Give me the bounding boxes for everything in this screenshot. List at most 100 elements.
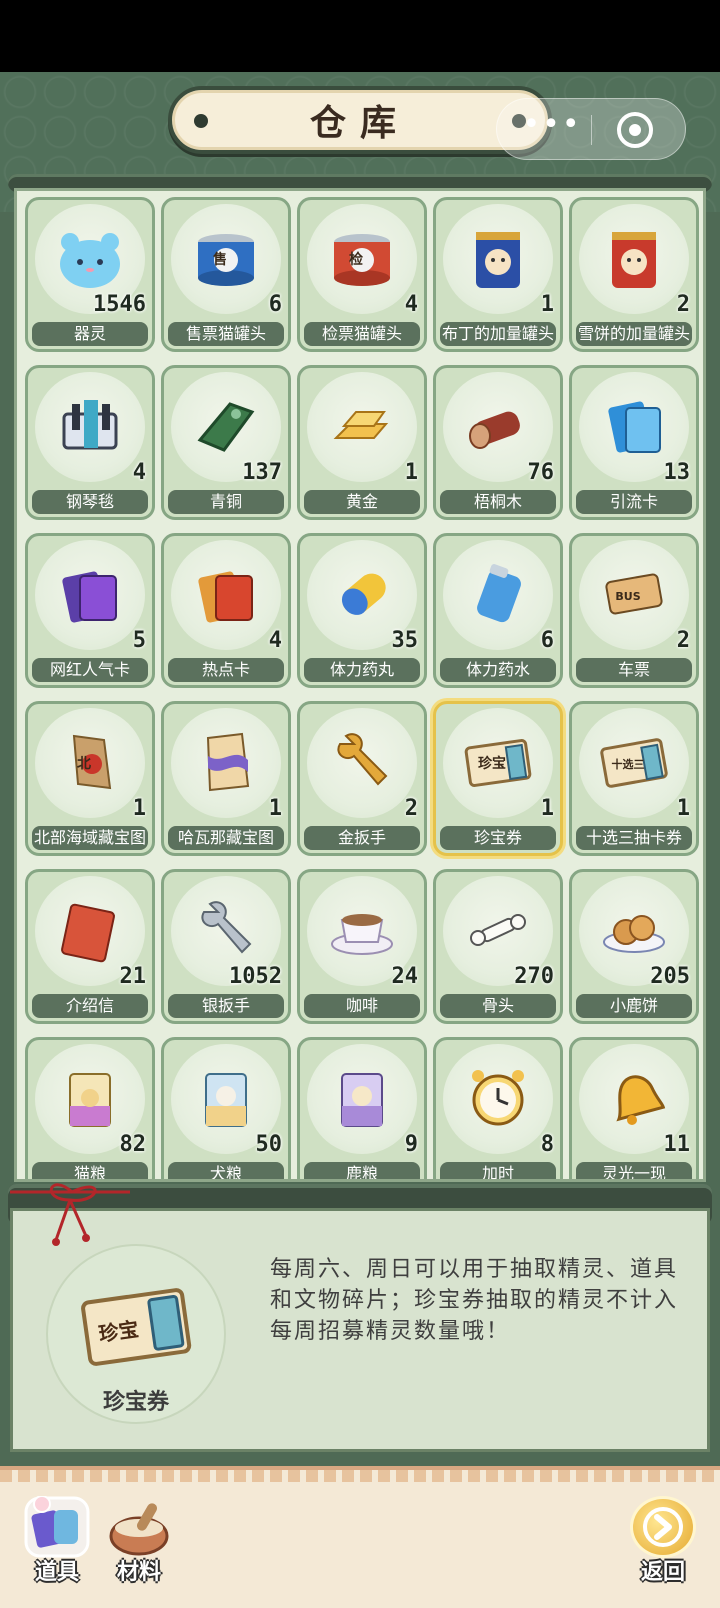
item-slot[interactable]: 1 哈瓦那藏宝图	[161, 701, 291, 856]
miniprogram-capsule: •••	[496, 98, 686, 160]
item-slot[interactable]: 2 雪饼的加量罐头	[569, 197, 699, 352]
can-xuebing-icon	[598, 222, 670, 294]
item-label: 哈瓦那藏宝图	[168, 826, 284, 850]
item-slot[interactable]: 50 犬粮	[161, 1037, 291, 1179]
item-label: 黄金	[304, 490, 420, 514]
close-miniprogram-icon[interactable]	[617, 112, 653, 148]
materials-tab-icon	[109, 1503, 169, 1556]
item-slot[interactable]: 8 加时	[433, 1037, 563, 1179]
item-label: 青铜	[168, 490, 284, 514]
item-slot[interactable]: 82 猫粮	[25, 1037, 155, 1179]
more-options-button[interactable]: •••	[517, 110, 587, 147]
detail-item-name: 珍宝券	[102, 1390, 169, 1415]
item-count: 2	[676, 628, 690, 653]
item-label: 器灵	[32, 322, 148, 346]
item-grid-panel[interactable]: 1546 器灵售 6 售票猫罐头检 4 检票猫罐头 1 布丁的加量罐头 2 雪饼的加量罐头 4 钢琴毯…	[14, 188, 706, 1182]
item-slot[interactable]: 76 梧桐木	[433, 365, 563, 520]
item-label: 介绍信	[32, 994, 148, 1018]
pill-icon	[326, 558, 398, 630]
item-slot[interactable]: BUS 2 车票	[569, 533, 699, 688]
items-tab-icon	[24, 1496, 90, 1558]
item-slot[interactable]: 北 1 北部海域藏宝图	[25, 701, 155, 856]
item-label: 体力药水	[440, 658, 556, 682]
item-slot[interactable]: 1052 银扳手	[161, 869, 291, 1024]
capsule-divider	[591, 115, 592, 145]
item-slot[interactable]: 十选三 1 十选三抽卡券	[569, 701, 699, 856]
spirit-icon	[54, 222, 126, 294]
item-label: 珍宝券	[440, 826, 556, 850]
item-count: 6	[540, 628, 554, 653]
item-slot[interactable]: 检 4 检票猫罐头	[297, 197, 427, 352]
tab-materials-label: 材料	[116, 1560, 161, 1585]
item-slot[interactable]: 35 体力药丸	[297, 533, 427, 688]
item-label: 犬粮	[168, 1162, 284, 1179]
can-red-icon: 检	[326, 222, 398, 294]
item-count: 11	[663, 1132, 691, 1157]
back-button[interactable]: 返回	[626, 1496, 700, 1592]
tab-items[interactable]: 道具	[20, 1496, 94, 1592]
item-slot[interactable]: 9 鹿粮	[297, 1037, 427, 1179]
detail-item-description: 每周六、周日可以用于抽取精灵、道具和文物碎片；珍宝券抽取的精灵不计入每周招募精灵…	[270, 1257, 679, 1344]
gold-wrench-icon	[326, 726, 398, 798]
wood-log-icon	[462, 390, 534, 462]
item-slot[interactable]: 205 小鹿饼	[569, 869, 699, 1024]
page-title: 仓库	[309, 102, 410, 144]
tab-items-label: 道具	[34, 1560, 79, 1585]
item-slot[interactable]: 24 咖啡	[297, 869, 427, 1024]
item-count: 205	[650, 964, 690, 989]
item-count: 6	[268, 292, 282, 317]
item-slot[interactable]: 1 布丁的加量罐头	[433, 197, 563, 352]
alarm-clock-icon	[462, 1062, 534, 1134]
status-bar	[0, 0, 720, 72]
item-slot[interactable]: 11 灵光一现	[569, 1037, 699, 1179]
item-count: 1546	[93, 292, 146, 317]
svg-text:珍宝: 珍宝	[478, 755, 506, 772]
treasure-ticket-icon: 珍宝	[462, 726, 534, 798]
item-slot[interactable]: 5 网红人气卡	[25, 533, 155, 688]
item-slot[interactable]: 1546 器灵	[25, 197, 155, 352]
svg-text:十选三: 十选三	[612, 757, 645, 771]
item-count: 1	[404, 460, 418, 485]
plaque-left-dot	[194, 114, 208, 128]
item-label: 布丁的加量罐头	[440, 322, 556, 346]
tab-materials[interactable]: 材料	[102, 1496, 176, 1592]
item-slot[interactable]: 售 6 售票猫罐头	[161, 197, 291, 352]
item-count: 76	[527, 460, 555, 485]
item-label: 引流卡	[576, 490, 692, 514]
item-count: 1	[268, 796, 282, 821]
item-count: 1	[676, 796, 690, 821]
item-label: 小鹿饼	[576, 994, 692, 1018]
cat-food-icon	[54, 1062, 126, 1134]
item-slot[interactable]: 2 金扳手	[297, 701, 427, 856]
item-slot[interactable]: 270 骨头	[433, 869, 563, 1024]
item-count: 4	[268, 628, 282, 653]
deer-food-icon	[326, 1062, 398, 1134]
draw-ticket-icon: 十选三	[598, 726, 670, 798]
item-count: 9	[404, 1132, 418, 1157]
item-label: 灵光一现	[576, 1162, 692, 1179]
item-slot[interactable]: 1 黄金	[297, 365, 427, 520]
purple-card-icon	[54, 558, 126, 630]
item-slot[interactable]: 4 热点卡	[161, 533, 291, 688]
item-slot[interactable]: 21 介绍信	[25, 869, 155, 1024]
item-slot[interactable]: 13 引流卡	[569, 365, 699, 520]
silver-wrench-icon	[190, 894, 262, 966]
item-count: 2	[404, 796, 418, 821]
item-label: 银扳手	[168, 994, 284, 1018]
bone-icon	[462, 894, 534, 966]
letter-icon	[54, 894, 126, 966]
blue-card-icon	[598, 390, 670, 462]
item-label: 北部海域藏宝图	[32, 826, 148, 850]
cookie-icon	[598, 894, 670, 966]
item-slot[interactable]: 6 体力药水	[433, 533, 563, 688]
item-count: 1	[540, 292, 554, 317]
item-label: 骨头	[440, 994, 556, 1018]
item-slot[interactable]: 137 青铜	[161, 365, 291, 520]
bell-icon	[598, 1062, 670, 1134]
item-count: 1052	[229, 964, 282, 989]
item-slot[interactable]: 4 钢琴毯	[25, 365, 155, 520]
item-count: 1	[540, 796, 554, 821]
item-count: 82	[119, 1132, 147, 1157]
item-slot[interactable]: 珍宝 1 珍宝券	[433, 701, 563, 856]
treasure-map-havana-icon	[190, 726, 262, 798]
